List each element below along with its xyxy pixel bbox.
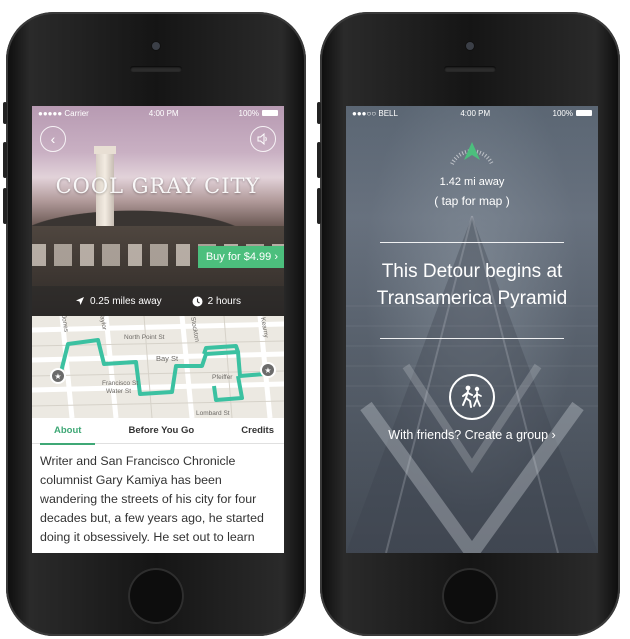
volume-down-button [3, 188, 7, 224]
status-bar: ●●●●● Carrier 4:00 PM 100% [32, 106, 284, 120]
tap-for-map-label: tap for map [441, 194, 503, 208]
carrier-label: ●●●●● Carrier [38, 108, 89, 118]
tab-about[interactable]: About [39, 425, 97, 445]
phone-left: ●●●●● Carrier 4:00 PM 100% ‹ COOL GRAY C… [3, 12, 306, 636]
volume-up-button [317, 142, 321, 178]
battery-icon [262, 110, 278, 116]
bracket-right-icon: ) [505, 194, 510, 208]
front-camera [466, 42, 474, 50]
battery-icon [576, 110, 592, 116]
tour-detail-screen: ●●●●● Carrier 4:00 PM 100% ‹ COOL GRAY C… [32, 106, 284, 553]
duration-label: 2 hours [207, 295, 242, 307]
headline-line-2: Transamerica Pyramid [376, 288, 568, 309]
clock: 4:00 PM [460, 108, 491, 118]
chevron-left-icon: ‹ [50, 131, 56, 147]
map-label-water: Water St [106, 388, 132, 395]
distance-info: 0.25 miles away [75, 296, 162, 307]
earpiece-speaker [444, 66, 496, 72]
distance-label: 0.25 miles away [89, 295, 162, 307]
tour-info-bar: 0.25 miles away 2 hours [32, 286, 284, 316]
home-button [442, 568, 498, 624]
earpiece-speaker [130, 66, 182, 72]
map-label-bay: Bay St [156, 354, 179, 363]
tap-for-map-button[interactable]: ( tap for map ) [346, 194, 598, 208]
clock-icon [192, 296, 203, 306]
pyramid-background-image [346, 106, 598, 553]
route-map[interactable]: North Point St Bay St Francisco St Water… [32, 316, 284, 418]
carrier-label: ●●●○○ BELL [352, 108, 398, 118]
battery-percent: 100% [238, 108, 259, 118]
back-button[interactable]: ‹ [40, 126, 66, 152]
tour-description: Writer and San Francisco Chronicle colum… [40, 454, 264, 544]
bracket-left-icon: ( [434, 194, 439, 208]
map-label-pfeiffer: Pfeiffer [212, 374, 233, 381]
divider-top [380, 242, 564, 243]
walking-people-icon [462, 385, 482, 408]
tab-before-you-go[interactable]: Before You Go [129, 425, 195, 436]
tour-title: COOL GRAY CITY [55, 174, 261, 198]
front-camera [152, 42, 160, 50]
clock: 4:00 PM [148, 108, 179, 118]
status-bar: ●●●○○ BELL 4:00 PM 100% [346, 106, 598, 120]
mute-switch [317, 102, 321, 124]
detour-headline: This Detour begins at Transamerica Pyram… [346, 258, 598, 312]
end-pin[interactable]: ★ [260, 362, 276, 378]
map-label-lombard: Lombard St [196, 410, 230, 417]
detour-start-screen: ●●●○○ BELL 4:00 PM 100% 1.42 mi away ( t… [346, 106, 598, 553]
hero-image [32, 106, 284, 316]
location-arrow-icon [75, 297, 84, 305]
star-icon: ★ [264, 365, 272, 375]
divider-bottom [380, 338, 564, 339]
tab-credits[interactable]: Credits [241, 425, 274, 436]
duration-info: 2 hours [192, 296, 241, 307]
audio-button[interactable] [250, 126, 276, 152]
speaker-icon [257, 133, 267, 145]
volume-down-button [317, 188, 321, 224]
info-tabs: About Before You Go Credits [32, 418, 284, 445]
route-map-graphic [32, 316, 284, 418]
home-button [128, 568, 184, 624]
walking-group-button[interactable] [449, 374, 495, 420]
map-label-francisco: Francisco St [102, 380, 139, 387]
distance-label: 1.42 mi away [439, 176, 505, 188]
mute-switch [3, 102, 7, 124]
star-icon: ★ [54, 371, 62, 381]
map-label-north-point: North Point St [124, 334, 165, 341]
volume-up-button [3, 142, 7, 178]
battery-percent: 100% [552, 108, 573, 118]
create-group-link[interactable]: With friends? Create a group › [346, 428, 598, 442]
start-pin[interactable]: ★ [50, 368, 66, 384]
direction-compass [450, 142, 494, 165]
phone-right: ●●●○○ BELL 4:00 PM 100% 1.42 mi away ( t… [317, 12, 620, 636]
buy-button[interactable]: Buy for $4.99 › [197, 246, 284, 268]
headline-line-1: This Detour begins at [381, 261, 563, 282]
